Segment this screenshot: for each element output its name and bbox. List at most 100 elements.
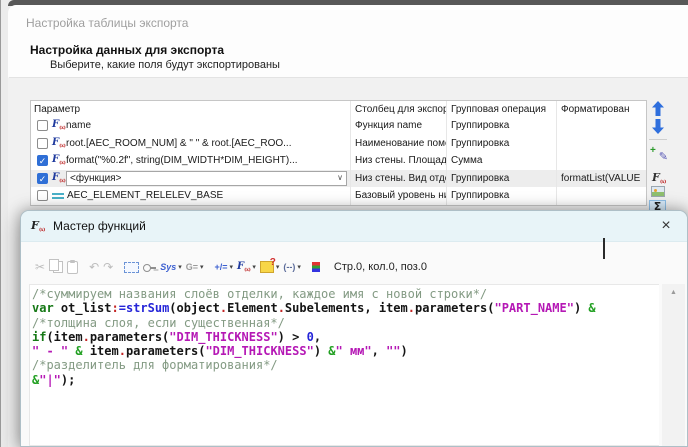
export-column-cell: Низ стены. Вид отде... xyxy=(351,170,447,188)
table-header-row: Параметр Столбец для экспорта Групповая … xyxy=(31,101,646,117)
section-title: Настройка данных для экспорта xyxy=(30,43,224,57)
table-row[interactable]: ✓ F(x)format("%0.2f", string(DIM_WIDTH*DI… xyxy=(31,152,646,170)
close-icon[interactable]: × xyxy=(655,215,677,237)
wizard-title: Мастер функций xyxy=(53,219,146,233)
param-cell: F(x)root.[AEC_ROOM_NUM] & " " & root.[AE… xyxy=(31,135,351,153)
column-header-parameter[interactable]: Параметр xyxy=(31,101,351,117)
export-column-cell: Низ стены. Площадь xyxy=(351,152,447,170)
code-line: &"|"); xyxy=(32,373,659,387)
fx-icon: F(x) xyxy=(52,173,66,184)
chevron-down-icon: ∨ xyxy=(337,174,343,182)
group-params-dropdown[interactable]: G=▾ xyxy=(186,257,204,277)
table-row[interactable]: ✓ F(x) <функция> ∨ Низ стены. Вид отде...Гру… xyxy=(31,170,646,188)
formatting-cell xyxy=(557,135,646,153)
param-text: name xyxy=(66,120,91,131)
scroll-up-icon[interactable]: ▲ xyxy=(662,289,685,296)
row-checkbox[interactable] xyxy=(37,120,48,131)
move-down-button[interactable] xyxy=(651,119,665,139)
code-line: /*суммируем названия слоёв отделки, кажд… xyxy=(32,287,659,301)
group-operation-cell: Группировка xyxy=(447,135,557,153)
function-combobox[interactable]: <функция> ∨ xyxy=(66,171,347,186)
section-subtitle: Выберите, какие поля будут экспортирован… xyxy=(50,59,280,71)
export-column-cell: Базовый уровень ни... xyxy=(351,187,447,205)
system-params-dropdown[interactable]: Sys▾ xyxy=(160,257,182,277)
undo-icon[interactable]: ↶ xyxy=(89,257,99,277)
dropdown-arrow-icon: ▾ xyxy=(200,263,204,271)
section-divider xyxy=(9,77,688,78)
image-button[interactable] xyxy=(651,186,665,197)
wizard-titlebar: F(x) Мастер функций × xyxy=(21,211,687,242)
export-column-cell: Функция name xyxy=(351,117,447,135)
selection-icon[interactable] xyxy=(124,257,139,277)
param-cell: ✓ F(x)format("%0.2f", string(DIM_WIDTH*DI… xyxy=(31,152,351,170)
colors-icon[interactable] xyxy=(312,257,320,277)
pencil-icon: ✎ xyxy=(659,150,668,163)
copy-icon[interactable] xyxy=(49,257,63,277)
code-line: if(item.parameters("DIM_THICKNESS") > 0, xyxy=(32,330,659,344)
table-row[interactable]: F(x)root.[AEC_ROOM_NUM] & " " & root.[AE… xyxy=(31,135,646,153)
row-checkbox[interactable]: ✓ xyxy=(37,155,48,166)
toolbar-separator xyxy=(649,139,667,140)
fx-icon: F(x) xyxy=(652,172,666,185)
table-body: F(x)nameФункция nameГруппировкаF(x)root.… xyxy=(31,117,646,205)
screen: Настройка таблицы экспорта Настройка дан… xyxy=(0,0,688,447)
fx-icon: F(x) xyxy=(52,120,66,131)
paste-icon[interactable] xyxy=(67,257,78,277)
code-line: var ot_list:=strSum(object.Element.Subel… xyxy=(32,301,659,315)
dropdown-arrow-icon: ▾ xyxy=(297,263,301,271)
fx-icon: F(x) xyxy=(31,220,45,233)
row-checkbox[interactable]: ✓ xyxy=(37,173,48,184)
code-line: /*толщина слоя, если существенная*/ xyxy=(32,316,659,330)
fx-icon: F(x) xyxy=(52,155,66,166)
code-scrollbar[interactable]: ▲ xyxy=(662,284,685,446)
row-checkbox[interactable] xyxy=(37,138,48,149)
operators-dropdown[interactable]: +/=▾ xyxy=(215,257,234,277)
move-up-button[interactable] xyxy=(651,101,665,121)
param-cell: F(x)name xyxy=(31,117,351,135)
wizard-toolbar: ✂↶↷Sys▾G=▾+/=▾F(x)▾?▾(--)▾ Стр.0, кол.0,… xyxy=(33,255,427,279)
table-row[interactable]: AEC_ELEMENT_RELELEV_BASE Базовый уровень … xyxy=(31,187,646,205)
column-header-group-operation[interactable]: Групповая операция xyxy=(447,101,557,117)
parameter-icon xyxy=(52,191,64,201)
fx-icon: F(x) xyxy=(52,138,66,149)
dialog-title: Настройка таблицы экспорта xyxy=(26,16,188,30)
cursor-position-status: Стр.0, кол.0, поз.0 xyxy=(334,261,427,273)
group-operation-cell: Сумма xyxy=(447,152,557,170)
group-operation-cell: Группировка xyxy=(447,170,557,188)
column-header-export-column[interactable]: Столбец для экспорта xyxy=(351,101,447,117)
param-text: root.[AEC_ROOM_NUM] & " " & root.[AEC_RO… xyxy=(66,138,292,149)
functions-dropdown[interactable]: F(x)▾ xyxy=(237,257,256,277)
function-button[interactable]: F(x) xyxy=(652,168,666,186)
formatting-cell xyxy=(557,187,646,205)
row-checkbox[interactable] xyxy=(37,190,48,201)
code-area[interactable]: /*суммируем названия слоёв отделки, кажд… xyxy=(29,284,659,446)
formatting-cell: formatList(VALUE xyxy=(557,170,646,188)
fx-icon: F(x) xyxy=(237,262,250,273)
brackets-dropdown[interactable]: (--)▾ xyxy=(283,257,301,277)
export-params-table: Параметр Столбец для экспорта Групповая … xyxy=(30,100,647,206)
dropdown-arrow-icon: ▾ xyxy=(276,263,280,271)
formatting-cell xyxy=(557,117,646,135)
group-operation-cell: Группировка xyxy=(447,117,557,135)
column-header-formatting[interactable]: Форматирован xyxy=(557,101,646,117)
function-wizard-dialog: F(x) Мастер функций × ✂↶↷Sys▾G=▾+/=▾F(x)… xyxy=(20,210,688,447)
export-column-cell: Наименование поме... xyxy=(351,135,447,153)
redo-icon[interactable]: ↷ xyxy=(103,257,113,277)
param-text: AEC_ELEMENT_RELELEV_BASE xyxy=(67,190,223,201)
cut-icon[interactable]: ✂ xyxy=(35,257,45,277)
code-line: /*разделитель для форматирования*/ xyxy=(32,358,659,372)
param-cell: AEC_ELEMENT_RELELEV_BASE xyxy=(31,187,351,205)
param-cell: ✓ F(x) <функция> ∨ xyxy=(31,170,351,188)
text-caret xyxy=(603,238,605,259)
dropdown-arrow-icon: ▾ xyxy=(230,263,234,271)
dropdown-arrow-icon: ▾ xyxy=(252,263,256,271)
wizard-toolbar-items: ✂↶↷Sys▾G=▾+/=▾F(x)▾?▾(--)▾ xyxy=(33,257,322,277)
combobox-value: <функция> xyxy=(70,173,121,184)
param-text: format("%0.2f", string(DIM_WIDTH*DIM_HEI… xyxy=(66,155,298,166)
add-edit-function-button[interactable]: + ✎ xyxy=(650,146,668,162)
dropdown-arrow-icon: ▾ xyxy=(178,263,182,271)
table-fields-dropdown[interactable]: ?▾ xyxy=(260,257,280,277)
plus-icon: + xyxy=(650,145,656,156)
table-row[interactable]: F(x)nameФункция nameГруппировка xyxy=(31,117,646,135)
key-icon[interactable] xyxy=(143,257,156,277)
